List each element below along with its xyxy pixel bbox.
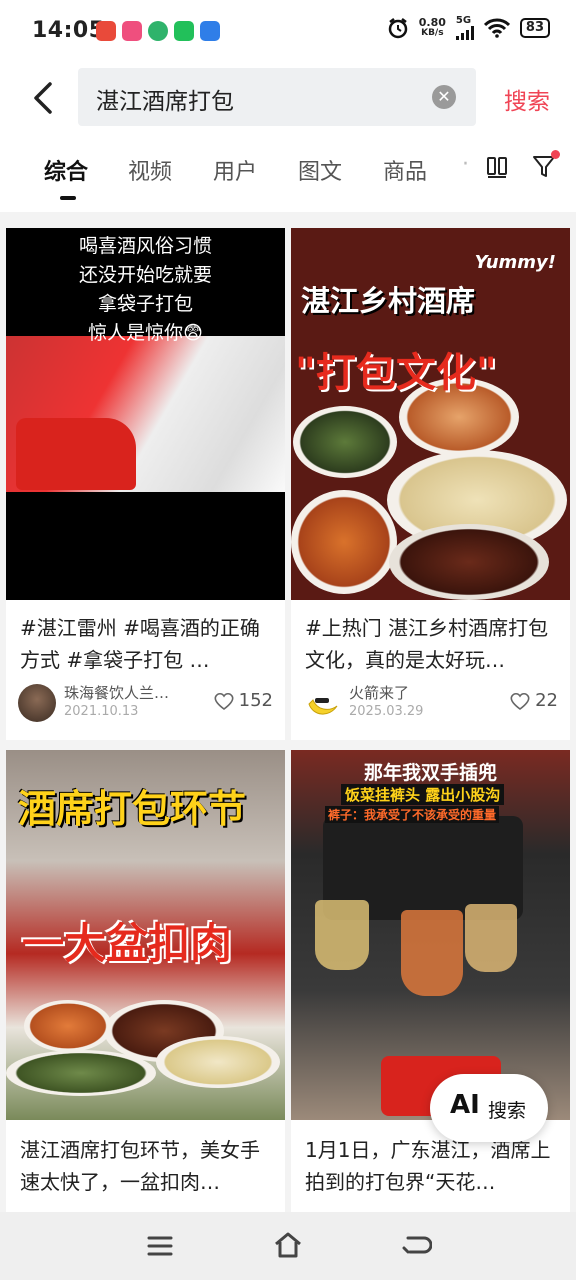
- overlay-yummy: Yummy!: [474, 252, 556, 273]
- food-plate: [156, 1036, 280, 1088]
- home-icon[interactable]: [272, 1230, 304, 1260]
- overlay-line: 拿袋子打包: [97, 293, 193, 315]
- ai-icon: AI: [450, 1090, 480, 1120]
- food-plate: [6, 1050, 156, 1096]
- overlay-headline: 湛江乡村酒席: [301, 284, 476, 318]
- banana-avatar-icon: [308, 698, 338, 715]
- overlay-line: 惊人是惊你😨: [88, 322, 203, 344]
- thumbnail-bag: [401, 910, 463, 996]
- overlay-subheadline: 一大盆扣肉: [22, 919, 233, 968]
- tab-products[interactable]: 商品: [383, 154, 427, 186]
- wechat-icon: [174, 21, 194, 41]
- shopping-app-icon: [122, 21, 142, 41]
- system-nav-bar: [0, 1212, 576, 1280]
- post-date: 2025.03.29: [349, 704, 424, 719]
- alarm-icon: [388, 18, 408, 39]
- clear-icon[interactable]: ✕: [432, 85, 456, 109]
- network-type: 5G: [455, 15, 472, 26]
- notification-icons: [96, 21, 220, 41]
- signal-icon: [455, 26, 474, 40]
- card-title[interactable]: #湛江雷州 #喝喜酒的正确方式 #拿袋子打包 …: [20, 612, 271, 676]
- video-thumbnail: 那年我双手插兜 饭菜挂裤头 露出小股沟 裤子：我承受了不该承受的重量: [291, 750, 570, 1120]
- search-button[interactable]: 搜索: [504, 82, 550, 116]
- overlay-line: 裤子：我承受了不该承受的重量: [325, 806, 500, 823]
- video-thumbnail: 喝喜酒风俗习惯 还没开始吃就要 拿袋子打包 惊人是惊你😨: [6, 228, 285, 600]
- active-tab-indicator: [60, 196, 76, 200]
- card-title[interactable]: 湛江酒席打包环节，美女手速太快了，一盆扣肉…: [20, 1134, 271, 1198]
- like-button[interactable]: 22: [509, 690, 558, 711]
- tab-all[interactable]: 综合: [44, 154, 88, 186]
- card-title[interactable]: 1月1日，广东湛江，酒席上拍到的打包界“天花…: [305, 1134, 556, 1198]
- like-count: 22: [535, 690, 558, 711]
- notification-dot: [551, 150, 560, 159]
- overlay-line: 还没开始吃就要: [78, 264, 212, 286]
- overlay-headline: 酒席打包环节: [18, 787, 247, 831]
- tab-users[interactable]: 用户: [213, 154, 257, 186]
- card-meta: 珠海餐饮人兰… 2021.10.13 152: [18, 682, 273, 726]
- post-date: 2021.10.13: [64, 704, 139, 719]
- avatar[interactable]: [303, 684, 341, 722]
- category-tabs: 综合 视频 用户 图文 商品 ·: [0, 136, 576, 212]
- result-card[interactable]: 那年我双手插兜 饭菜挂裤头 露出小股沟 裤子：我承受了不该承受的重量 1月1日，…: [291, 750, 570, 1212]
- search-input[interactable]: 湛江酒席打包 ✕: [78, 68, 476, 126]
- battery-icon: 83: [519, 18, 550, 38]
- overlay-line: 那年我双手插兜: [363, 762, 497, 784]
- author-name[interactable]: 珠海餐饮人兰…: [64, 682, 169, 703]
- layout-toggle-icon[interactable]: [486, 156, 508, 178]
- net-speed: 0.80 KB/s: [418, 16, 446, 38]
- food-plate: [24, 1000, 112, 1052]
- like-button[interactable]: 152: [213, 690, 273, 711]
- tab-overflow-fade: ·: [462, 152, 469, 177]
- wifi-icon: [483, 18, 510, 38]
- video-thumbnail: Yummy! 湛江乡村酒席 "打包文化": [291, 228, 570, 600]
- green-app-icon: [148, 21, 168, 41]
- blue-app-icon: [200, 21, 220, 41]
- search-header: 湛江酒席打包 ✕ 搜索: [0, 62, 576, 136]
- result-card[interactable]: Yummy! 湛江乡村酒席 "打包文化" #上热门 湛江乡村酒席打包文化，真的是…: [291, 228, 570, 740]
- result-card[interactable]: 喝喜酒风俗习惯 还没开始吃就要 拿袋子打包 惊人是惊你😨 #湛江雷州 #喝喜酒的…: [6, 228, 285, 740]
- video-thumbnail: 酒席打包环节 一大盆扣肉: [6, 750, 285, 1120]
- food-plate: [293, 406, 397, 478]
- filter-button[interactable]: [532, 150, 560, 180]
- tab-image-text[interactable]: 图文: [298, 154, 342, 186]
- heart-icon: [214, 692, 234, 710]
- heart-icon: [510, 692, 530, 710]
- avatar[interactable]: [18, 684, 56, 722]
- overlay-subheadline: "打包文化": [295, 350, 497, 396]
- back-arrow-icon[interactable]: [26, 78, 62, 118]
- author-name[interactable]: 火箭来了: [349, 682, 409, 703]
- thumbnail-bag: [465, 904, 517, 972]
- status-bar: 14:05 0.80 KB/s 5G 83: [0, 0, 576, 62]
- thumbnail-bag: [16, 418, 136, 490]
- status-time: 14:05: [32, 18, 105, 43]
- overlay-line: 喝喜酒风俗习惯: [78, 235, 212, 257]
- search-query[interactable]: 湛江酒席打包: [96, 82, 234, 116]
- thumbnail-bag: [315, 900, 369, 970]
- ai-search-button[interactable]: AI 搜索: [430, 1074, 548, 1142]
- food-plate: [291, 490, 397, 594]
- result-card[interactable]: 酒席打包环节 一大盆扣肉 湛江酒席打包环节，美女手速太快了，一盆扣肉…: [6, 750, 285, 1212]
- card-title[interactable]: #上热门 湛江乡村酒席打包文化，真的是太好玩…: [305, 612, 556, 676]
- ai-search-label: 搜索: [488, 1100, 527, 1122]
- like-count: 152: [238, 690, 273, 711]
- menu-icon[interactable]: [146, 1234, 174, 1258]
- back-nav-icon[interactable]: [402, 1232, 432, 1260]
- news-app-icon: [96, 21, 116, 41]
- overlay-line: 饭菜挂裤头 露出小股沟: [341, 784, 505, 805]
- food-plate: [389, 524, 549, 600]
- card-meta: 火箭来了 2025.03.29 22: [303, 682, 558, 726]
- tab-video[interactable]: 视频: [128, 154, 172, 186]
